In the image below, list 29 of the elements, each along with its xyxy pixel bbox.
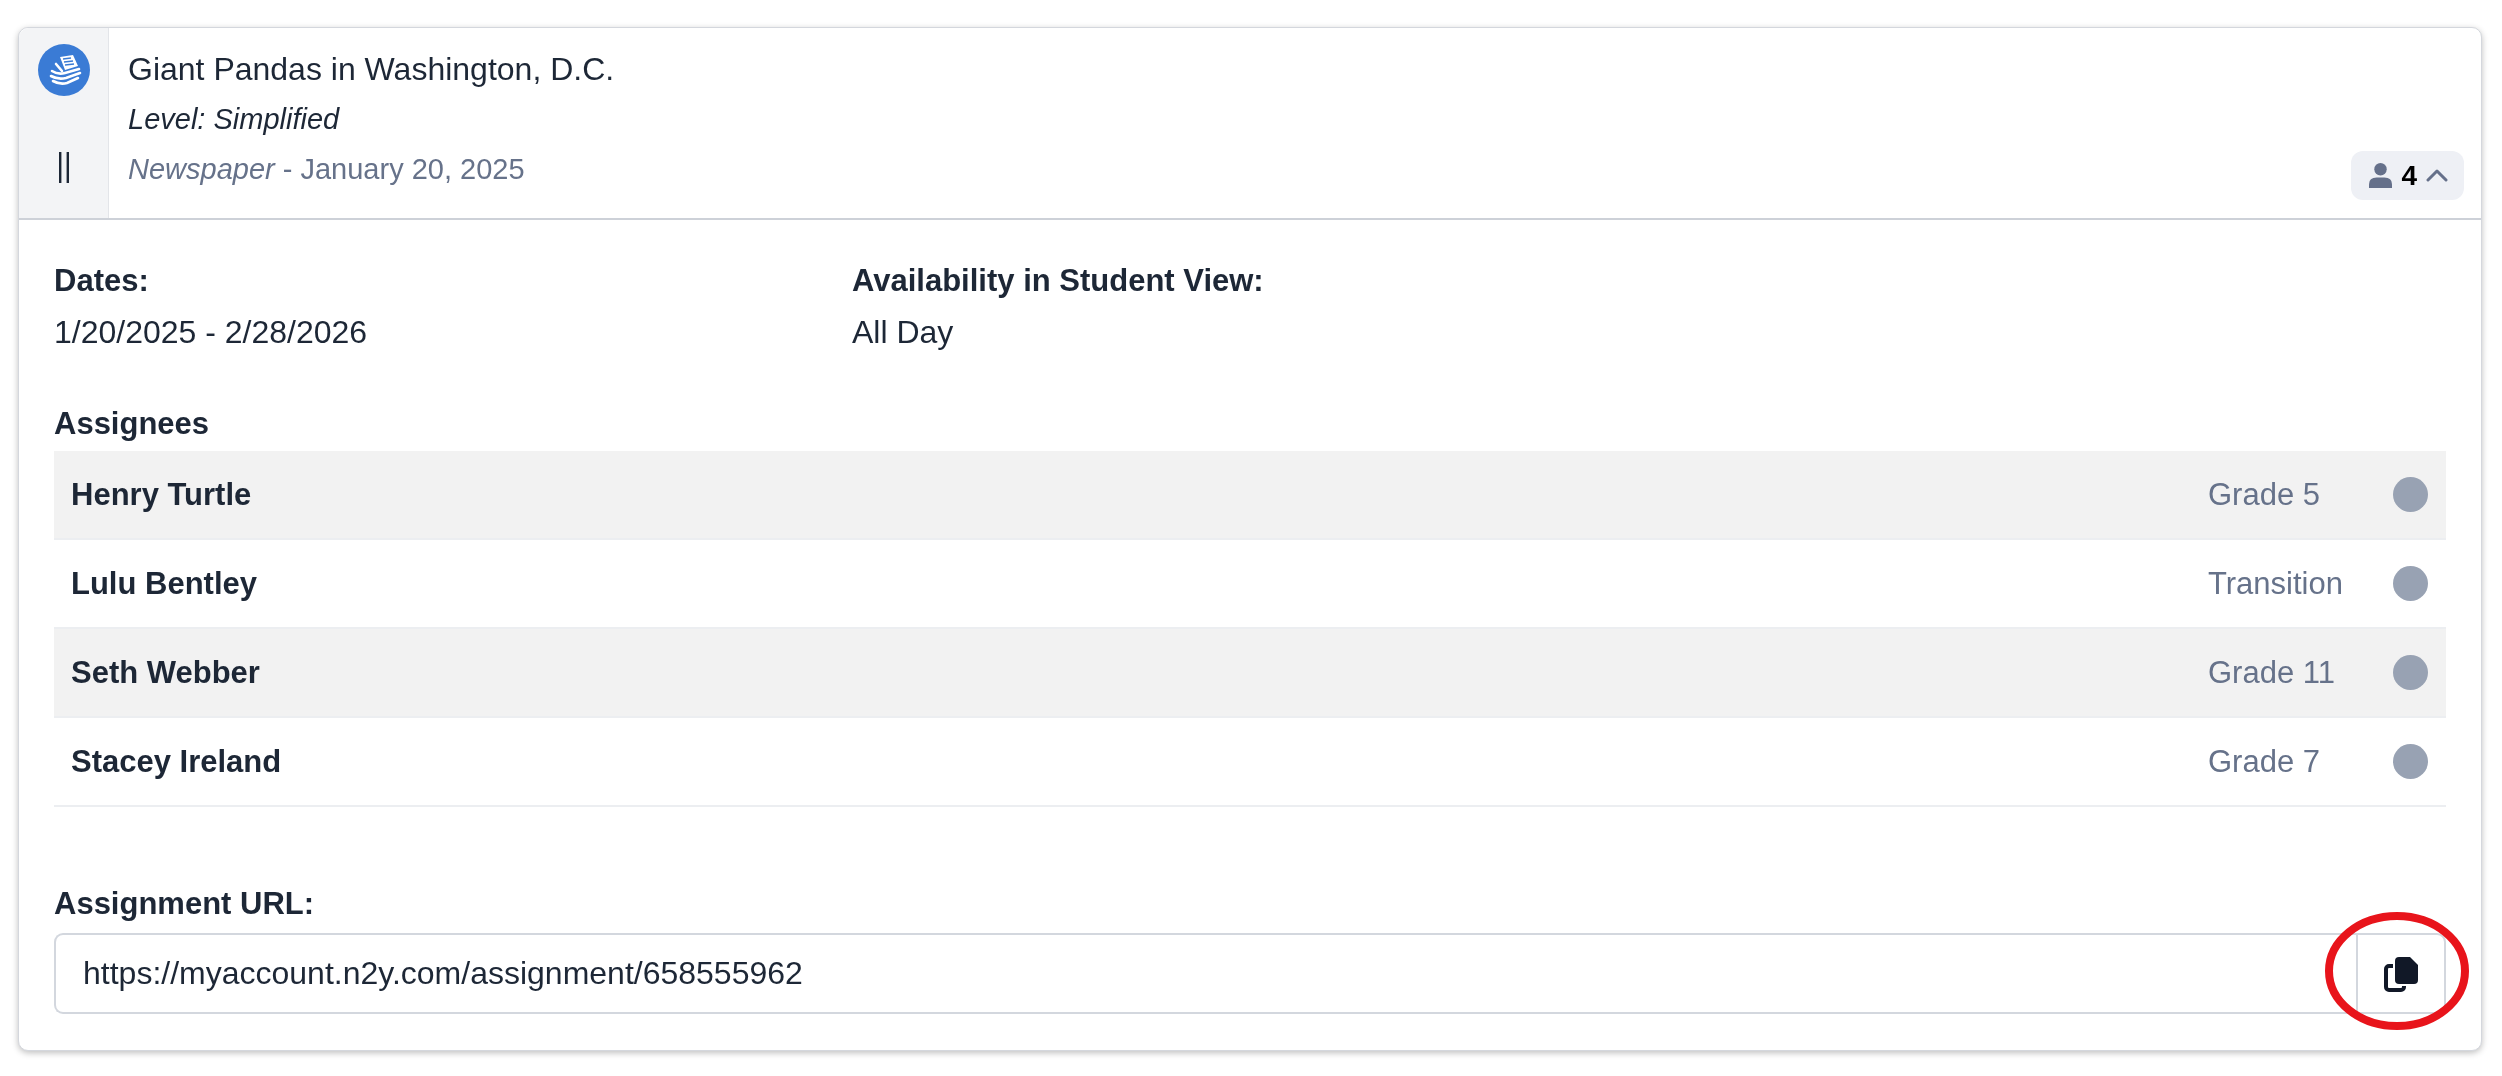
assignee-grade: Grade 5 xyxy=(2208,476,2321,513)
drag-handle-icon[interactable] xyxy=(57,152,70,183)
assignee-grade: Transition xyxy=(2208,565,2344,602)
detail-label: Dates: xyxy=(54,262,150,300)
url-label: Assignment URL: xyxy=(54,885,316,923)
status-dot-icon xyxy=(2393,655,2428,690)
assignee-name: Seth Webber xyxy=(71,654,261,691)
status-dot-icon xyxy=(2393,744,2428,779)
chevron-icon xyxy=(2426,169,2448,182)
assignment-title: Giant Pandas in Washington, D.C. xyxy=(128,50,616,89)
copy-button[interactable] xyxy=(2356,933,2446,1014)
stacked-papers-icon xyxy=(37,44,90,96)
copy-icon xyxy=(2383,955,2419,992)
person-icon xyxy=(2369,163,2393,188)
url-field[interactable]: https://myaccount.n2y.com/assignment/658555962 xyxy=(54,933,2356,1014)
assignee-name: Lulu Bentley xyxy=(71,565,258,602)
status-dot-icon xyxy=(2393,566,2428,601)
assignee-name: Henry Turtle xyxy=(71,476,253,513)
assignee-name: Stacey Ireland xyxy=(71,743,283,780)
assignees-toggle-button[interactable]: 4 xyxy=(2351,151,2464,200)
detail-value: 1/20/2025 - 2/28/2026 xyxy=(54,313,369,352)
assignee-grade: Grade 7 xyxy=(2208,743,2321,780)
source-date: Newspaper - January 20, 2025 xyxy=(128,152,526,187)
detail-label: Availability in Student View: xyxy=(852,262,1265,300)
level-label: Level: Simplified xyxy=(128,102,341,137)
assignee-grade: Grade 11 xyxy=(2208,654,2336,691)
assignees-heading: Assignees xyxy=(54,405,211,443)
status-dot-icon xyxy=(2393,477,2428,512)
detail-value: All Day xyxy=(852,313,955,352)
